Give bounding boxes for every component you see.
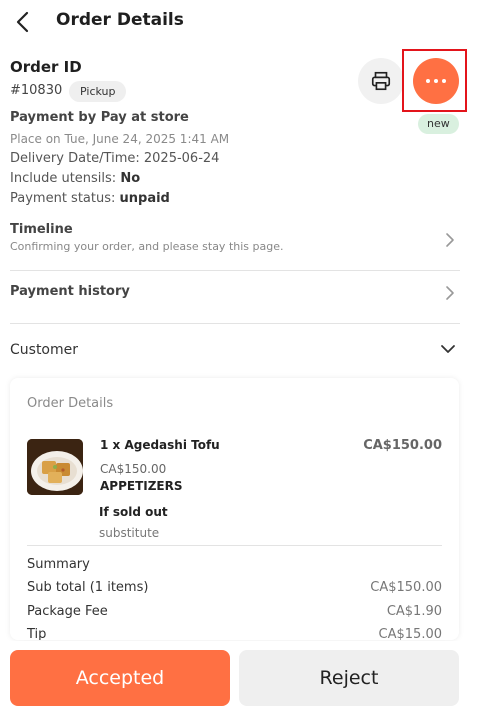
chevron-down-icon (441, 345, 455, 353)
order-details-heading: Order Details (27, 396, 114, 411)
package-fee-label: Package Fee (27, 604, 108, 619)
payment-history-title: Payment history (10, 284, 130, 299)
payment-history-row[interactable]: Payment history (10, 284, 460, 304)
package-fee-value: CA$1.90 (386, 604, 442, 619)
divider (10, 323, 460, 324)
divider (10, 270, 460, 271)
item-thumbnail (27, 439, 83, 495)
app-header: Order Details (0, 0, 483, 44)
page-title: Order Details (56, 10, 184, 30)
subtotal-label: Sub total (1 items) (27, 580, 149, 595)
payment-status-label: Payment status: (10, 191, 116, 206)
chevron-right-icon (446, 233, 454, 247)
food-image (27, 439, 83, 495)
print-button[interactable] (358, 58, 404, 104)
bottom-action-bar: Accepted Reject (0, 641, 483, 713)
delivery-value: 2025-06-24 (143, 151, 220, 166)
timeline-title: Timeline (10, 222, 73, 237)
customer-section-toggle[interactable]: Customer (10, 336, 460, 366)
payment-method: Payment by Pay at store (10, 110, 189, 125)
item-category: APPETIZERS (100, 479, 183, 493)
printer-icon (371, 71, 391, 91)
chevron-right-icon (446, 286, 454, 300)
payment-status-value: unpaid (119, 191, 170, 206)
divider (27, 545, 442, 546)
tip-value: CA$15.00 (378, 627, 442, 640)
delivery-datetime: Delivery Date/Time: 2025-06-24 (10, 151, 219, 166)
item-unit-price: CA$150.00 (100, 462, 167, 476)
include-utensils: Include utensils: No (10, 171, 140, 186)
timeline-subtitle: Confirming your order, and please stay t… (10, 240, 284, 253)
status-badge: new (418, 114, 459, 134)
utensils-value: No (120, 171, 141, 186)
order-details-card: Order Details 1 x Agedashi Tofu CA$150.0… (10, 378, 459, 640)
order-type-badge: Pickup (69, 81, 127, 102)
subtotal-value: CA$150.00 (370, 580, 442, 595)
customer-label: Customer (10, 342, 79, 358)
summary-heading: Summary (27, 557, 90, 572)
accept-button[interactable]: Accepted (10, 650, 230, 706)
timeline-row[interactable]: Timeline Confirming your order, and plea… (10, 222, 460, 260)
placed-on: Place on Tue, June 24, 2025 1:41 AM (10, 132, 230, 146)
payment-status: Payment status: unpaid (10, 191, 170, 206)
item-name: 1 x Agedashi Tofu (100, 438, 220, 452)
utensils-label: Include utensils: (10, 171, 117, 186)
more-options-button[interactable] (413, 58, 459, 104)
reject-button[interactable]: Reject (239, 650, 459, 706)
if-sold-out-value: substitute (99, 526, 160, 540)
item-total: CA$150.00 (363, 438, 442, 453)
more-dots-icon (426, 79, 446, 83)
if-sold-out-label: If sold out (99, 505, 168, 519)
tip-label: Tip (27, 627, 47, 640)
back-button[interactable] (12, 8, 36, 36)
order-id-label: Order ID (10, 58, 82, 76)
delivery-label: Delivery Date/Time: (10, 151, 140, 166)
order-number: #10830 (10, 83, 63, 98)
chevron-left-icon (16, 11, 29, 33)
